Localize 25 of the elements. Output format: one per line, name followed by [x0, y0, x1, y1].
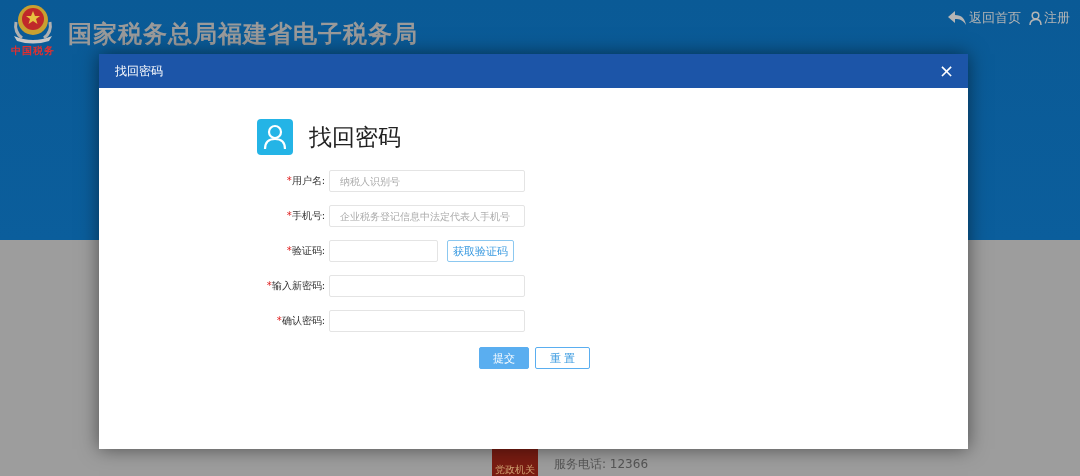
- dialog-title: 找回密码: [115, 62, 163, 80]
- header-link[interactable]: 返回首页: [947, 9, 1021, 27]
- user-icon: [257, 119, 293, 155]
- header-link[interactable]: 注册: [1029, 9, 1070, 27]
- badge-caption: 党政机关: [495, 464, 535, 476]
- close-button[interactable]: ×: [934, 61, 958, 81]
- input-field[interactable]: [329, 310, 525, 332]
- emblem-caption: 中国税务: [11, 44, 55, 58]
- get-code-button[interactable]: 获取验证码: [447, 240, 514, 262]
- input-field[interactable]: 纳税人识别号: [329, 170, 525, 192]
- user-icon: [1029, 11, 1042, 25]
- reset-button[interactable]: 重 置: [535, 347, 590, 369]
- input-field[interactable]: 企业税务登记信息中法定代表人手机号: [329, 205, 525, 227]
- submit-button[interactable]: 提交: [479, 347, 529, 369]
- field-label: *验证码:: [285, 244, 326, 258]
- field-label: *输入新密码:: [265, 279, 326, 293]
- field-label: *手机号:: [285, 209, 326, 223]
- form-heading: 找回密码: [309, 122, 401, 152]
- input-field[interactable]: [329, 240, 438, 262]
- input-field[interactable]: [329, 275, 525, 297]
- site-title: 国家税务总局福建省电子税务局: [68, 19, 418, 50]
- field-label: *用户名:: [285, 174, 326, 188]
- back-arrow-icon: [947, 10, 967, 26]
- service-phone: 服务电话: 12366: [554, 456, 648, 473]
- field-label: *确认密码:: [275, 314, 326, 328]
